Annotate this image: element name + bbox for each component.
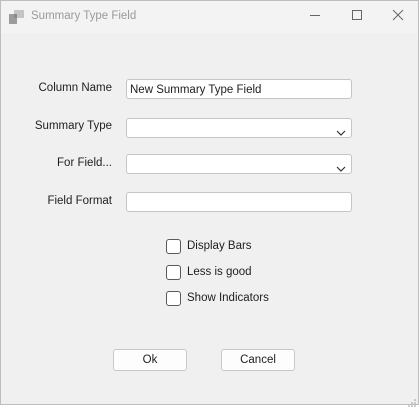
maximize-button[interactable] <box>336 1 378 33</box>
close-button[interactable] <box>377 1 419 33</box>
chevron-down-icon <box>336 160 346 172</box>
dialog-window: Summary Type Field Column Name Summary T… <box>0 0 419 407</box>
column-name-label: Column Name <box>38 82 113 94</box>
for-field-select[interactable] <box>126 154 352 174</box>
app-icon <box>9 9 25 25</box>
show-indicators-option[interactable]: Show Indicators <box>166 289 269 307</box>
summary-type-select[interactable] <box>126 118 352 138</box>
summary-type-label: Summary Type <box>34 120 112 132</box>
field-format-input[interactable] <box>127 194 330 212</box>
window-title: Summary Type Field <box>31 10 137 22</box>
show-indicators-checkbox[interactable] <box>166 290 181 306</box>
chevron-down-icon <box>336 124 346 136</box>
cancel-button[interactable]: Cancel <box>221 349 295 371</box>
field-format-field[interactable] <box>126 192 352 212</box>
title-bar[interactable]: Summary Type Field <box>1 1 418 33</box>
display-bars-option[interactable]: Display Bars <box>166 237 252 255</box>
less-is-good-checkbox[interactable] <box>166 264 181 280</box>
minimize-icon <box>309 8 321 26</box>
less-is-good-option[interactable]: Less is good <box>166 263 252 281</box>
field-format-label: Field Format <box>47 195 112 207</box>
display-bars-label: Display Bars <box>187 240 252 252</box>
display-bars-checkbox[interactable] <box>166 238 181 254</box>
ok-button[interactable]: Ok <box>113 349 187 371</box>
maximize-icon <box>351 8 363 26</box>
close-icon <box>392 8 404 26</box>
column-name-input[interactable] <box>127 81 330 99</box>
show-indicators-label: Show Indicators <box>187 292 269 304</box>
resize-grip-icon[interactable] <box>408 394 416 407</box>
column-name-field[interactable] <box>126 79 352 99</box>
for-field-label: For Field... <box>57 157 112 169</box>
less-is-good-label: Less is good <box>187 266 252 278</box>
minimize-button[interactable] <box>294 1 336 33</box>
